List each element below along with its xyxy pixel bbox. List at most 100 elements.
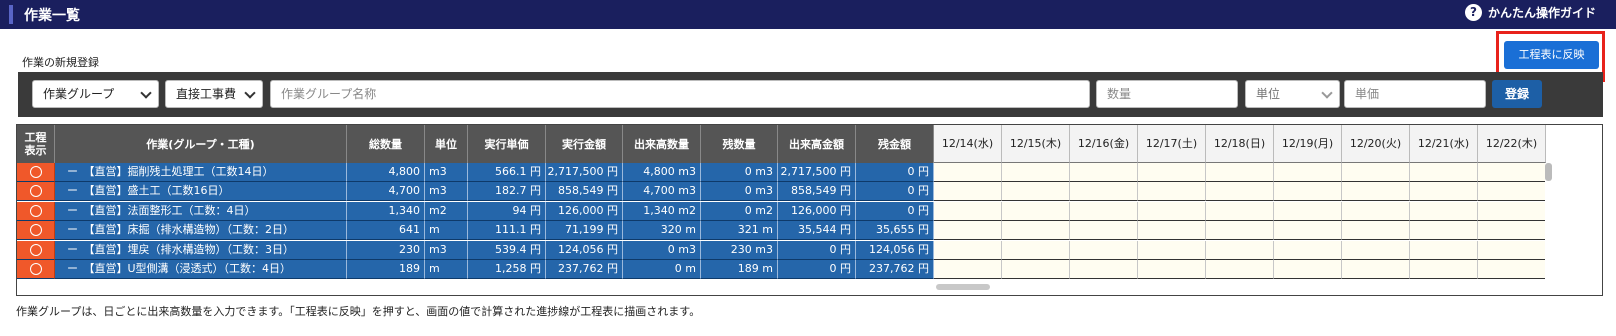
vertical-scroll-thumb[interactable] bbox=[1545, 163, 1552, 181]
daily-qty-cell[interactable] bbox=[1410, 240, 1478, 260]
daily-qty-cell[interactable] bbox=[934, 201, 1002, 221]
work-name-cell[interactable]: ー 【直営】埋戻（排水構造物）（工数：3日） bbox=[55, 240, 347, 260]
daily-qty-cell[interactable] bbox=[934, 182, 1002, 202]
daily-qty-cell[interactable] bbox=[1342, 182, 1410, 202]
horizontal-scroll-thumb[interactable] bbox=[936, 284, 990, 290]
daily-qty-cell[interactable] bbox=[934, 240, 1002, 260]
done-amount-cell: 2,717,500 円 bbox=[778, 163, 856, 182]
daily-qty-cell[interactable] bbox=[1274, 260, 1342, 279]
schedule-toggle[interactable] bbox=[17, 201, 55, 221]
schedule-toggle[interactable] bbox=[17, 182, 55, 202]
daily-qty-cell[interactable] bbox=[1342, 201, 1410, 221]
group-select[interactable]: 作業グループ bbox=[32, 80, 159, 108]
daily-qty-cell[interactable] bbox=[1002, 182, 1070, 202]
circle-icon bbox=[30, 263, 42, 275]
daily-qty-cell[interactable] bbox=[1138, 260, 1206, 279]
work-name-cell[interactable]: ー 【直営】法面整形工（工数：4日） bbox=[55, 201, 347, 221]
daily-qty-cell[interactable] bbox=[1206, 201, 1274, 221]
daily-qty-cell[interactable] bbox=[1342, 260, 1410, 279]
done-amount-cell: 0 円 bbox=[778, 260, 856, 279]
price-input[interactable]: 単価 bbox=[1344, 80, 1486, 108]
daily-qty-cell[interactable] bbox=[1478, 182, 1546, 202]
unit-price-cell: 94 円 bbox=[468, 201, 546, 221]
daily-qty-cell[interactable] bbox=[1478, 240, 1546, 260]
daily-qty-cell[interactable] bbox=[934, 260, 1002, 279]
table-row[interactable]: ー 【直営】掘削残土処理工（工数14日） 4,800 m3 566.1 円 2,717,… bbox=[17, 163, 1602, 182]
daily-qty-cell[interactable] bbox=[1342, 221, 1410, 241]
daily-qty-cell[interactable] bbox=[1002, 201, 1070, 221]
table-row[interactable]: ー 【直営】盛土工（工数16日） 4,700 m3 182.7 円 858,549 円4… bbox=[17, 182, 1602, 202]
daily-qty-cell[interactable] bbox=[1342, 240, 1410, 260]
daily-qty-cell[interactable] bbox=[1274, 182, 1342, 202]
done-qty-cell: 1,340 m2 bbox=[623, 201, 701, 221]
daily-qty-cell[interactable] bbox=[1070, 221, 1138, 241]
daily-qty-cell[interactable] bbox=[1206, 221, 1274, 241]
daily-qty-cell[interactable] bbox=[1138, 163, 1206, 182]
schedule-toggle[interactable] bbox=[17, 260, 55, 279]
daily-qty-cell[interactable] bbox=[1002, 240, 1070, 260]
daily-qty-cell[interactable] bbox=[1410, 201, 1478, 221]
done-qty-cell: 0 m bbox=[623, 260, 701, 279]
work-name-cell[interactable]: ー 【直営】掘削残土処理工（工数14日） bbox=[55, 163, 347, 182]
daily-qty-cell[interactable] bbox=[1478, 201, 1546, 221]
daily-qty-cell[interactable] bbox=[1002, 221, 1070, 241]
daily-qty-cell[interactable] bbox=[1410, 163, 1478, 182]
guide-link[interactable]: ? かんたん操作ガイド bbox=[1464, 4, 1596, 21]
daily-qty-cell[interactable] bbox=[1478, 163, 1546, 182]
daily-qty-cell[interactable] bbox=[1070, 260, 1138, 279]
daily-qty-cell[interactable] bbox=[1410, 260, 1478, 279]
daily-qty-cell[interactable] bbox=[1070, 201, 1138, 221]
daily-qty-cell[interactable] bbox=[1002, 260, 1070, 279]
daily-qty-cell[interactable] bbox=[1138, 221, 1206, 241]
daily-qty-cell[interactable] bbox=[1342, 163, 1410, 182]
daily-qty-cell[interactable] bbox=[1206, 163, 1274, 182]
daily-qty-cell[interactable] bbox=[1138, 182, 1206, 202]
daily-qty-cell[interactable] bbox=[1478, 260, 1546, 279]
table-row[interactable]: ー 【直営】法面整形工（工数：4日） 1,340 m2 94 円 126,000 円 1,… bbox=[17, 201, 1602, 221]
table-row[interactable]: ー 【直営】U型側溝（浸透式）（工数：4日） 189 m 1,258 円 237,762… bbox=[17, 260, 1602, 279]
schedule-toggle[interactable] bbox=[17, 240, 55, 260]
work-name-cell[interactable]: ー 【直営】U型側溝（浸透式）（工数：4日） bbox=[55, 260, 347, 279]
work-name-cell[interactable]: ー 【直営】床掘（排水構造物）（工数：2日） bbox=[55, 221, 347, 241]
date-header: 12/22(木) bbox=[1478, 125, 1546, 163]
unit-select[interactable]: 単位 bbox=[1245, 80, 1340, 108]
exec-amount-cell: 858,549 円 bbox=[546, 182, 623, 202]
col-header-flag: 工程 表示 bbox=[17, 125, 55, 163]
daily-qty-cell[interactable] bbox=[1070, 240, 1138, 260]
exec-amount-cell: 237,762 円 bbox=[546, 260, 623, 279]
reflect-to-schedule-button[interactable]: 工程表に反映 bbox=[1504, 41, 1599, 69]
daily-qty-cell[interactable] bbox=[1274, 201, 1342, 221]
daily-qty-cell[interactable] bbox=[1274, 240, 1342, 260]
table-row[interactable]: ー 【直営】埋戻（排水構造物）（工数：3日） 230 m3 539.4 円 124,05… bbox=[17, 240, 1602, 260]
daily-qty-cell[interactable] bbox=[1274, 163, 1342, 182]
daily-qty-cell[interactable] bbox=[1410, 182, 1478, 202]
daily-qty-cell[interactable] bbox=[1138, 201, 1206, 221]
group-name-input[interactable]: 作業グループ名称 bbox=[270, 80, 1090, 108]
date-header: 12/18(日) bbox=[1206, 125, 1274, 163]
daily-qty-cell[interactable] bbox=[1206, 182, 1274, 202]
col-header-remain-qty: 残数量 bbox=[701, 125, 778, 163]
vertical-scrollbar[interactable] bbox=[1545, 163, 1552, 295]
daily-qty-cell[interactable] bbox=[934, 221, 1002, 241]
schedule-toggle[interactable] bbox=[17, 163, 55, 182]
daily-qty-cell[interactable] bbox=[934, 163, 1002, 182]
daily-qty-cell[interactable] bbox=[1070, 182, 1138, 202]
col-header-done-qty: 出来高数量 bbox=[623, 125, 701, 163]
remain-qty-cell: 321 m bbox=[701, 221, 778, 241]
daily-qty-cell[interactable] bbox=[1478, 221, 1546, 241]
daily-qty-cell[interactable] bbox=[1206, 240, 1274, 260]
daily-qty-cell[interactable] bbox=[1410, 221, 1478, 241]
daily-qty-cell[interactable] bbox=[1274, 221, 1342, 241]
daily-qty-cell[interactable] bbox=[1002, 163, 1070, 182]
col-header-unit: 単位 bbox=[425, 125, 468, 163]
cost-select[interactable]: 直接工事費 bbox=[165, 80, 263, 108]
table-row[interactable]: ー 【直営】床掘（排水構造物）（工数：2日） 641 m 111.1 円 71,199 … bbox=[17, 221, 1602, 241]
daily-qty-cell[interactable] bbox=[1138, 240, 1206, 260]
quantity-input[interactable]: 数量 bbox=[1096, 80, 1238, 108]
daily-qty-cell[interactable] bbox=[1206, 260, 1274, 279]
work-name-cell[interactable]: ー 【直営】盛土工（工数16日） bbox=[55, 182, 347, 202]
remain-amount-cell: 0 円 bbox=[856, 182, 934, 202]
daily-qty-cell[interactable] bbox=[1070, 163, 1138, 182]
schedule-toggle[interactable] bbox=[17, 221, 55, 241]
register-button[interactable]: 登録 bbox=[1492, 80, 1542, 108]
